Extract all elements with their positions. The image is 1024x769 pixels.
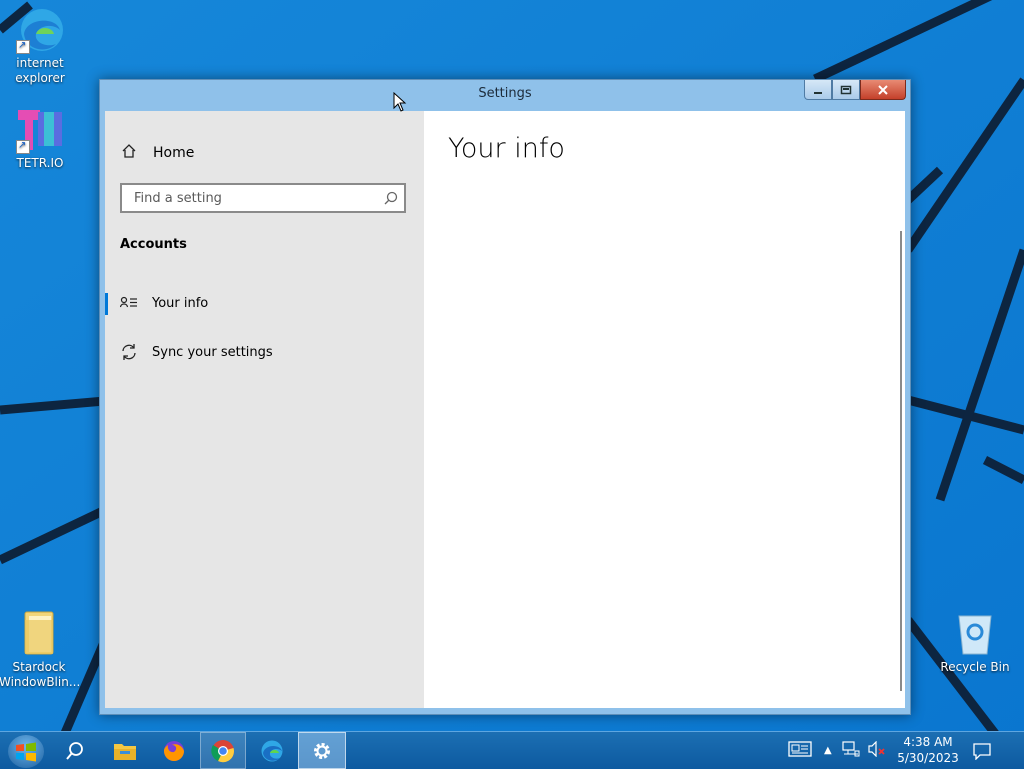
taskbar-search-button[interactable] [52,732,98,769]
chrome-icon [211,739,234,762]
settings-window[interactable]: Settings Home Find a setting Accounts Yo… [99,79,911,715]
taskbar-file-explorer[interactable] [102,732,148,769]
search-input[interactable] [132,190,376,207]
settings-content: Your info [424,111,905,708]
taskbar-firefox[interactable] [151,732,197,769]
mouse-pointer-icon [393,92,407,112]
desktop-icon-stardock-windowblinds[interactable]: Stardock WindowBlin... [0,610,81,690]
active-indicator [105,293,108,315]
search-icon[interactable] [384,190,398,209]
home-nav-item[interactable]: Home [121,143,194,163]
search-box[interactable] [120,183,406,213]
notifications-icon [973,742,991,760]
desktop-icon-label: internet [16,56,64,70]
section-title-accounts: Accounts [120,237,187,252]
minimize-icon [814,91,822,94]
window-titlebar[interactable]: Settings [100,80,910,110]
settings-sidebar: Home Accounts Your info Syn [105,111,424,708]
clock-time: 4:38 AM [903,735,953,749]
settings-client-area: Home Accounts Your info Syn [105,111,905,708]
volume-muted-icon[interactable] [868,740,886,761]
desktop-icon-internet-explorer[interactable]: internet explorer [0,6,80,86]
desktop-icon-label: Stardock [12,660,66,674]
taskbar-settings[interactable] [298,732,346,769]
tetrio-icon [16,106,64,154]
file-explorer-icon [114,743,136,760]
clock-date: 5/30/2023 [897,751,959,765]
close-button[interactable] [860,80,906,100]
sidebar-item-sync-settings[interactable]: Sync your settings [105,332,424,372]
news-icon[interactable] [788,740,812,761]
system-tray: ▲ [788,732,886,769]
desktop-icon-tetrio[interactable]: TETR.IO [0,106,80,171]
taskbar-clock[interactable]: 4:38 AM 5/30/2023 [896,734,960,766]
maximize-button[interactable] [832,80,860,100]
firefox-icon [164,740,184,761]
action-center-button[interactable] [960,732,1004,769]
desktop-icon-label: WindowBlin... [0,675,81,689]
home-label: Home [153,145,195,161]
edge-icon [16,6,64,54]
taskbar-chrome[interactable] [200,732,246,769]
show-hidden-icons-chevron-icon[interactable]: ▲ [824,745,832,756]
sidebar-item-your-info[interactable]: Your info [105,283,424,323]
shortcut-arrow-icon [16,38,30,54]
edge-icon [261,740,283,761]
taskbar-edge[interactable] [249,732,295,769]
contact-card-icon [120,296,140,310]
sidebar-item-label: Your info [152,295,209,311]
window-title: Settings [478,86,532,101]
sync-icon [120,343,140,361]
desktop-icon-label: explorer [15,71,65,85]
caption-buttons [804,80,906,101]
restore-icon [840,85,852,94]
shortcut-arrow-icon [16,138,30,154]
content-scrollbar[interactable] [900,231,902,691]
recycle-bin-icon [951,610,999,658]
search-icon [66,741,83,760]
sidebar-item-label: Sync your settings [152,344,273,360]
desktop-icon-recycle-bin[interactable]: Recycle Bin [935,610,1015,675]
page-title: Your info [448,133,565,164]
close-icon [878,84,888,95]
start-button[interactable] [8,735,44,768]
desktop-icon-label: Recycle Bin [940,660,1010,674]
desktop-icon-label: TETR.IO [16,156,64,170]
folder-icon [15,610,63,658]
home-icon [121,143,139,163]
settings-gear-icon [314,742,330,759]
taskbar: ▲ 4:38 AM 5/30/2023 [0,731,1024,769]
network-icon[interactable] [842,740,860,761]
minimize-button[interactable] [804,80,832,100]
windows-logo-icon [16,742,36,761]
